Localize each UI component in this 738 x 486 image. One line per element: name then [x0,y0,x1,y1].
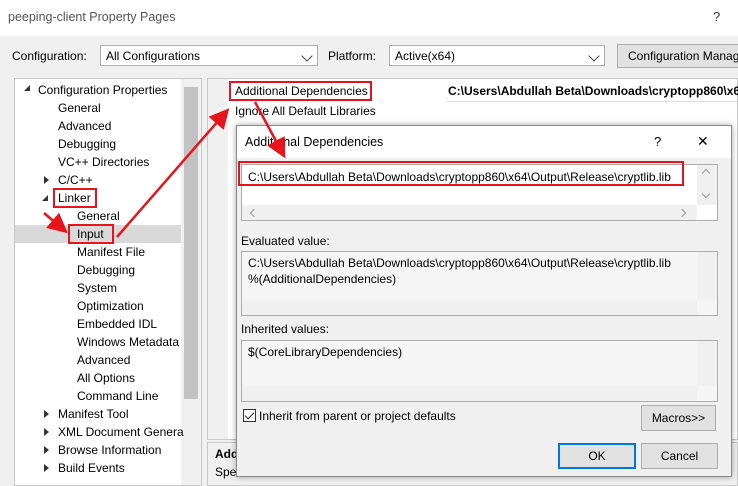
arrow-property-to-dialog [253,101,286,159]
arrow-linker-to-input [43,212,68,234]
annotation-arrows [43,101,286,238]
arrow-input-to-property [116,108,230,238]
